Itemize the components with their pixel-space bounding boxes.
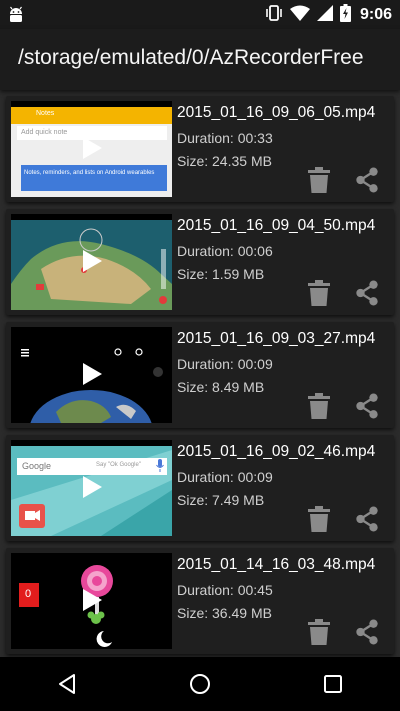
delete-icon[interactable] [306,505,332,533]
recording-card[interactable]: 2015_01_16_09_04_50.mp4 Duration: 00:06 … [6,209,394,315]
play-icon[interactable] [81,475,103,504]
recording-card[interactable]: Notes Add quick note Notes, reminders, a… [6,96,394,202]
play-icon[interactable] [81,588,103,617]
recording-duration: Duration: 00:06 [177,243,273,259]
clock: 9:06 [359,6,392,23]
recording-duration: Duration: 00:09 [177,356,273,372]
share-icon[interactable] [354,166,380,194]
video-thumbnail[interactable]: Notes Add quick note Notes, reminders, a… [11,101,172,197]
play-icon[interactable] [81,136,103,165]
battery-charging-icon [339,3,351,27]
app-bar: /storage/emulated/0/AzRecorderFree [0,29,400,90]
google-logo: Google [22,461,52,471]
recording-duration: Duration: 00:09 [177,469,273,485]
recording-filename: 2015_01_14_16_03_48.mp4 [177,556,376,573]
delete-icon[interactable] [306,279,332,307]
counter-badge: 0 [25,588,32,600]
share-icon[interactable] [354,279,380,307]
delete-icon[interactable] [306,618,332,646]
recording-card[interactable]: 2015_01_16_09_03_27.mp4 Duration: 00:09 … [6,322,394,428]
play-icon[interactable] [81,249,103,278]
recording-filename: 2015_01_16_09_04_50.mp4 [177,217,376,234]
video-thumbnail[interactable]: 0 [11,553,172,649]
signal-icon [316,4,333,26]
recording-card[interactable]: Google Say "Ok Google" 2015_01_16_09_02_… [6,435,394,541]
share-icon[interactable] [354,505,380,533]
video-thumbnail[interactable]: Google Say "Ok Google" [11,440,172,536]
recording-list[interactable]: Notes Add quick note Notes, reminders, a… [0,90,400,657]
recording-card[interactable]: 0 2015_01_14_16_03_48.mp4 Duration: 00:4… [6,548,394,654]
share-icon[interactable] [354,618,380,646]
recents-icon[interactable] [303,664,363,704]
notes-app-title: Notes [36,110,55,117]
vibrate-icon [265,4,283,27]
delete-icon[interactable] [306,166,332,194]
delete-icon[interactable] [306,392,332,420]
video-thumbnail[interactable] [11,327,172,423]
back-icon[interactable] [37,664,97,704]
android-debug-icon [8,6,24,29]
share-icon[interactable] [354,392,380,420]
navigation-bar [0,657,400,711]
play-icon[interactable] [81,362,103,391]
recording-filename: 2015_01_16_09_03_27.mp4 [177,330,376,347]
recording-filename: 2015_01_16_09_06_05.mp4 [177,104,376,121]
wifi-icon [289,5,310,26]
folder-path-title: /storage/emulated/0/AzRecorderFree [18,46,364,69]
recording-duration: Duration: 00:33 [177,130,273,146]
notes-item-text: Notes, reminders, and lists on Android w… [24,170,155,176]
home-icon[interactable] [170,664,230,704]
notes-input-hint: Add quick note [21,129,68,136]
video-thumbnail[interactable] [11,214,172,310]
recording-duration: Duration: 00:45 [177,582,273,598]
status-bar: 9:06 [0,0,400,29]
mic-icon [156,459,164,478]
recording-filename: 2015_01_16_09_02_46.mp4 [177,443,376,460]
voice-search-hint: Say "Ok Google" [96,462,141,468]
